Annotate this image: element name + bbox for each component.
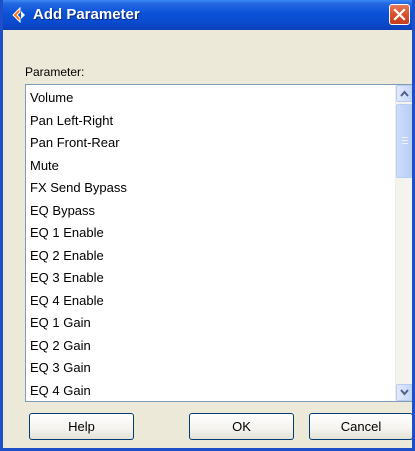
list-item[interactable]: EQ 1 Gain: [26, 312, 389, 335]
list-item[interactable]: Pan Left-Right: [26, 110, 389, 133]
help-button[interactable]: Help: [29, 413, 134, 440]
list-item[interactable]: Pan Front-Rear: [26, 132, 389, 155]
chevron-up-icon: [400, 90, 409, 97]
list-item[interactable]: Volume: [26, 87, 389, 110]
scroll-up-button[interactable]: [396, 85, 412, 102]
list-item[interactable]: EQ Bypass: [26, 200, 389, 223]
cubase-logo-icon: [11, 6, 27, 24]
add-parameter-dialog: Add Parameter Parameter: Volume Pan Left-…: [0, 0, 415, 451]
list-item[interactable]: EQ 4 Enable: [26, 290, 389, 313]
dialog-title: Add Parameter: [33, 6, 140, 23]
vertical-scrollbar[interactable]: [395, 85, 412, 401]
scrollbar-thumb[interactable]: [396, 104, 412, 178]
thumb-grip: [402, 140, 408, 141]
close-icon: [393, 8, 406, 21]
close-button[interactable]: [389, 4, 410, 25]
list-item[interactable]: EQ 2 Gain: [26, 335, 389, 358]
scroll-down-button[interactable]: [396, 384, 412, 401]
cancel-button[interactable]: Cancel: [309, 413, 412, 440]
parameter-list-items: Volume Pan Left-Right Pan Front-Rear Mute FX…: [26, 87, 389, 402]
thumb-grip: [402, 143, 408, 144]
chevron-down-icon: [400, 389, 409, 396]
list-item[interactable]: EQ 3 Gain: [26, 357, 389, 380]
parameter-listbox[interactable]: Volume Pan Left-Right Pan Front-Rear Mute FX…: [25, 84, 412, 402]
list-item[interactable]: EQ 2 Enable: [26, 245, 389, 268]
list-item[interactable]: EQ 3 Enable: [26, 267, 389, 290]
list-item[interactable]: EQ 4 Gain: [26, 380, 389, 402]
list-item[interactable]: EQ 1 Enable: [26, 222, 389, 245]
title-bar[interactable]: Add Parameter: [3, 0, 412, 30]
thumb-grip: [402, 137, 408, 138]
list-item[interactable]: FX Send Bypass: [26, 177, 389, 200]
ok-button[interactable]: OK: [189, 413, 294, 440]
parameter-label: Parameter:: [25, 65, 85, 79]
list-item[interactable]: Mute: [26, 155, 389, 178]
